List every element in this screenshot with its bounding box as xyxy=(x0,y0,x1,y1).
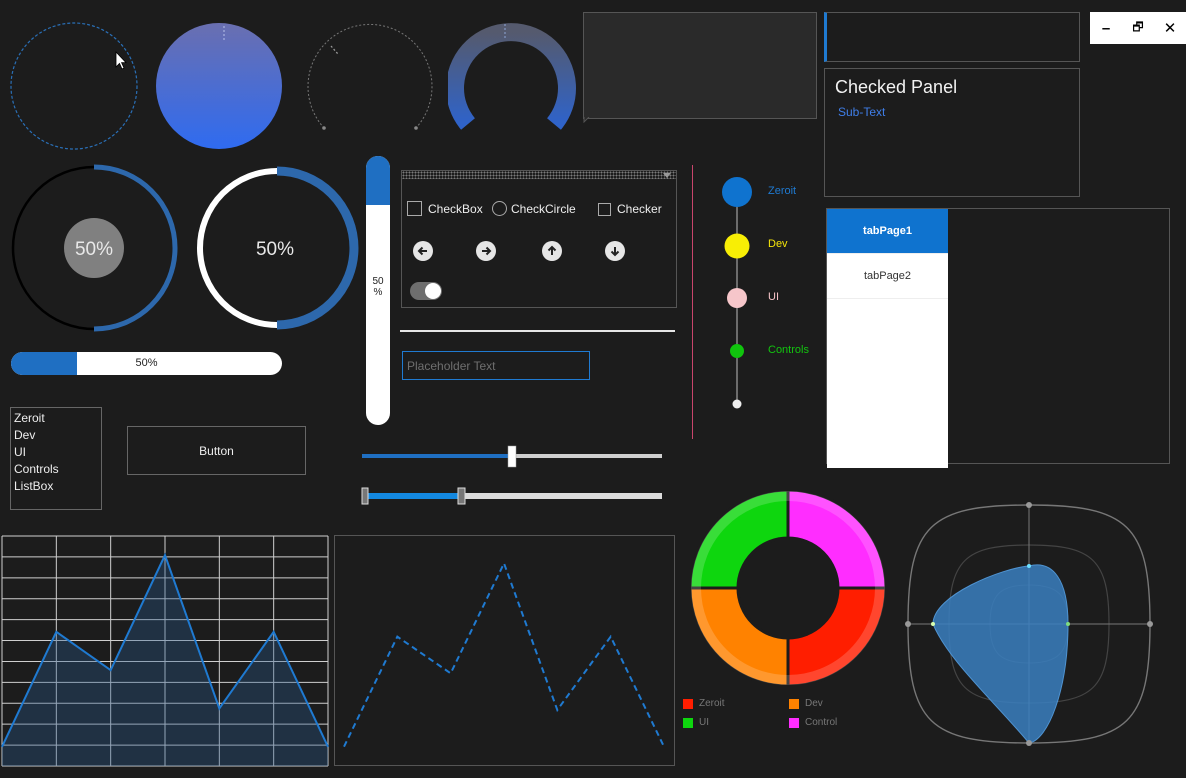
timeline-node[interactable] xyxy=(722,177,752,207)
legend-swatch xyxy=(789,717,799,728)
checkcircle-label: CheckCircle xyxy=(511,201,576,216)
button[interactable]: Button xyxy=(127,426,306,475)
list-item[interactable]: Dev xyxy=(14,427,98,444)
list-item[interactable]: Zeroit xyxy=(14,410,98,427)
checkcircle-circle[interactable] xyxy=(492,201,507,216)
restore-button[interactable]: 🗗 xyxy=(1122,12,1154,44)
semi-arc-knob[interactable] xyxy=(448,20,580,132)
legend-item: Control xyxy=(789,717,837,728)
legend-swatch xyxy=(683,698,693,709)
circular-progress-2: 50% xyxy=(197,166,359,330)
panel-tail xyxy=(583,117,590,123)
circular-progress-1: 50% xyxy=(11,164,178,332)
radar-series xyxy=(932,564,1069,744)
list-item[interactable]: UI xyxy=(14,444,98,461)
divider xyxy=(400,330,675,332)
legend-item: Zeroit xyxy=(683,698,725,709)
tab-control: tabPage1 tabPage2 xyxy=(826,208,1170,468)
legend-swatch xyxy=(683,717,693,728)
checkbox[interactable]: CheckBox xyxy=(407,201,483,216)
arrow-up-icon[interactable] xyxy=(541,240,563,262)
area-chart xyxy=(1,535,329,767)
minimize-button[interactable]: – xyxy=(1090,12,1122,44)
range-slider[interactable] xyxy=(360,486,664,506)
horizontal-progress-label: 50% xyxy=(135,357,158,369)
circular-progress-2-label: 50% xyxy=(256,239,294,260)
control-group: CheckBox CheckCircle Checker xyxy=(401,170,677,308)
vertical-separator xyxy=(692,165,693,439)
checker-label: Checker xyxy=(617,202,662,216)
donut-chart xyxy=(688,488,888,688)
mouse-cursor-icon xyxy=(115,51,127,70)
checked-panel-subtext: Sub-Text xyxy=(838,105,886,119)
timeline-node[interactable] xyxy=(732,399,742,409)
checker[interactable]: Checker xyxy=(598,202,662,216)
toggle-knob[interactable] xyxy=(425,283,441,299)
listbox[interactable]: Zeroit Dev UI Controls ListBox xyxy=(10,407,102,510)
timeline-node[interactable] xyxy=(724,233,750,259)
checked-panel[interactable]: Checked Panel Sub-Text xyxy=(824,68,1080,197)
line-chart xyxy=(334,535,675,766)
placeholder-textbox[interactable] xyxy=(402,351,590,380)
dotted-ring-knob[interactable] xyxy=(8,20,142,154)
checkbox-label: CheckBox xyxy=(428,201,483,216)
gradient-knob[interactable] xyxy=(154,22,284,152)
list-item[interactable]: Controls xyxy=(14,461,98,478)
area-fill xyxy=(2,555,328,766)
timeline-node[interactable] xyxy=(730,344,744,358)
timeline-label-ui: UI xyxy=(768,291,779,303)
checked-panel-title: Checked Panel xyxy=(835,77,958,97)
line-series xyxy=(343,560,665,748)
arrow-right-icon[interactable] xyxy=(475,240,497,262)
toggle-switch[interactable] xyxy=(410,282,442,300)
group-header xyxy=(402,171,676,179)
circular-progress-1-label: 50% xyxy=(75,239,113,260)
dashed-arc-knob[interactable] xyxy=(304,20,436,152)
vertical-progress: 50 % xyxy=(366,156,390,425)
vertical-progress-fill xyxy=(366,156,390,205)
checkbox-box[interactable] xyxy=(407,201,422,216)
arrow-down-icon[interactable] xyxy=(604,240,626,262)
accent-panel xyxy=(824,12,1080,62)
range-slider-end-thumb[interactable] xyxy=(457,487,466,505)
tab-strip: tabPage1 tabPage2 xyxy=(827,209,948,468)
range-slider-start-thumb[interactable] xyxy=(361,487,369,505)
list-item[interactable]: ListBox xyxy=(14,478,98,495)
slider[interactable] xyxy=(360,444,664,470)
timeline xyxy=(722,177,752,409)
panel xyxy=(583,12,817,119)
legend-item: Dev xyxy=(789,698,823,709)
chevron-down-icon[interactable] xyxy=(663,173,671,179)
window-controls: – 🗗 ✕ xyxy=(1090,12,1186,44)
legend-swatch xyxy=(789,698,799,709)
tab-page1[interactable]: tabPage1 xyxy=(827,209,948,254)
tab-page2[interactable]: tabPage2 xyxy=(827,254,948,299)
radar-chart xyxy=(905,502,1153,746)
close-button[interactable]: ✕ xyxy=(1154,12,1186,44)
timeline-label-dev: Dev xyxy=(768,238,788,250)
horizontal-progress: 50% xyxy=(11,352,282,375)
arrow-left-icon[interactable] xyxy=(412,240,434,262)
checkcircle[interactable]: CheckCircle xyxy=(492,201,576,216)
checker-box[interactable] xyxy=(598,202,611,216)
vertical-progress-label: 50 % xyxy=(372,276,384,298)
timeline-label-zeroit: Zeroit xyxy=(768,185,797,197)
slider-thumb[interactable] xyxy=(507,445,517,468)
legend-item: UI xyxy=(683,717,709,728)
timeline-node[interactable] xyxy=(727,288,747,308)
timeline-label-controls: Controls xyxy=(768,344,809,356)
